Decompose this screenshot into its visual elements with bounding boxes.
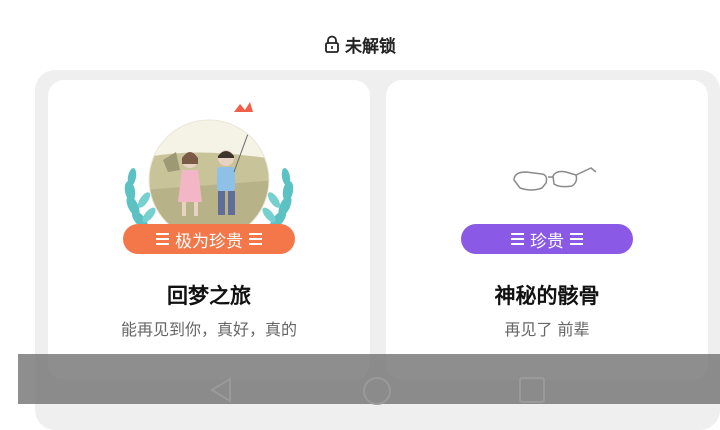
unlock-status: 未解锁 bbox=[0, 30, 720, 58]
rarity-badge-label: 珍贵 bbox=[530, 231, 564, 252]
card-subtitle: 再见了 前辈 bbox=[504, 320, 590, 339]
recents-icon[interactable] bbox=[518, 376, 546, 404]
back-icon[interactable] bbox=[208, 376, 234, 404]
stripes-right-icon bbox=[249, 233, 262, 245]
stripes-left-icon bbox=[156, 233, 169, 245]
rarity-badge: 极为珍贵 bbox=[123, 224, 295, 254]
card-title: 神秘的骸骨 bbox=[494, 284, 600, 308]
unlock-status-label: 未解锁 bbox=[345, 36, 396, 57]
rarity-badge-label: 极为珍贵 bbox=[175, 231, 243, 252]
stripes-right-icon bbox=[570, 233, 583, 245]
glasses-illustration bbox=[513, 167, 597, 191]
system-nav-bar bbox=[18, 354, 720, 406]
card-title: 回梦之旅 bbox=[167, 284, 251, 308]
lock-icon bbox=[325, 35, 339, 53]
stripes-left-icon bbox=[511, 233, 524, 245]
couple-illustration bbox=[124, 102, 294, 230]
memory-card-2[interactable]: 珍贵 神秘的骸骨 再见了 前辈 bbox=[386, 80, 708, 380]
card-subtitle: 能再见到你，真好，真的 bbox=[120, 320, 297, 339]
home-icon[interactable] bbox=[362, 376, 392, 406]
rarity-badge: 珍贵 bbox=[461, 224, 633, 254]
memory-card-1[interactable]: 极为珍贵 回梦之旅 能再见到你，真好，真的 bbox=[48, 80, 370, 380]
crown-icon bbox=[234, 102, 253, 112]
